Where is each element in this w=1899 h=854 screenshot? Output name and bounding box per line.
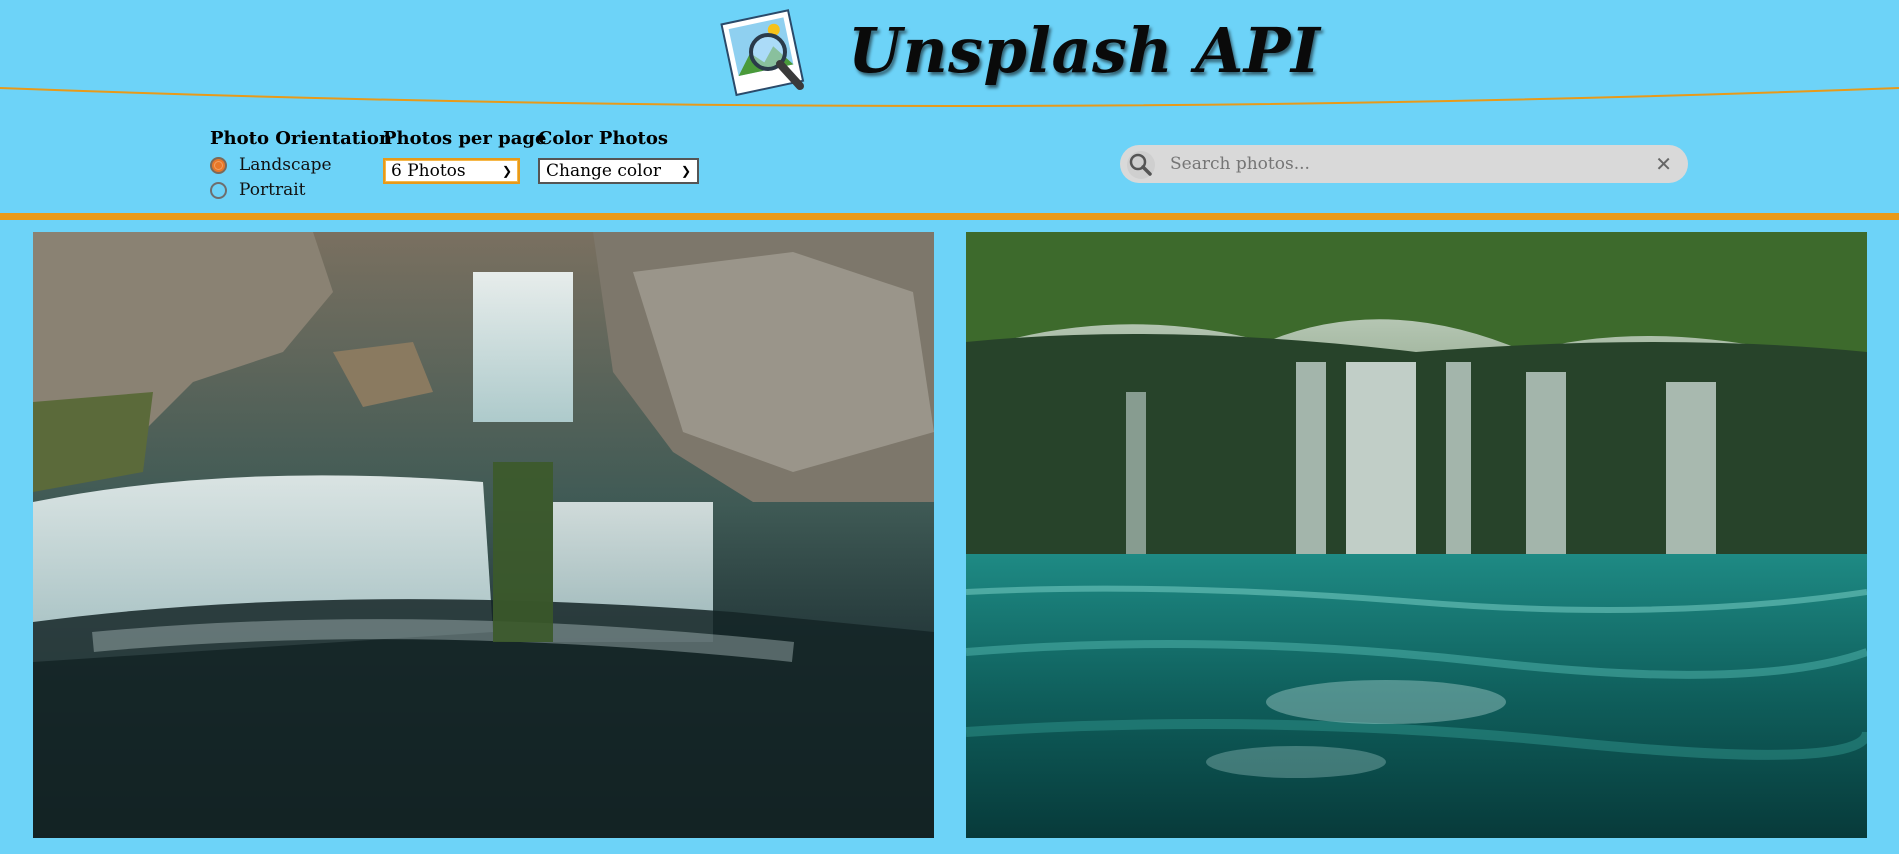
photos-per-page-label: Photos per page [383, 128, 547, 149]
photos-per-page-select[interactable]: 6 Photos ❯ [383, 158, 520, 184]
portrait-radio[interactable] [210, 181, 227, 199]
photo-image-2 [966, 232, 1867, 838]
orientation-option-portrait[interactable]: Portrait [210, 180, 305, 200]
orange-divider [0, 213, 1899, 220]
search-icon [1127, 151, 1155, 179]
photo-card-waterfall-lake[interactable] [966, 232, 1867, 838]
search-bar[interactable]: Search photos... ✕ [1120, 145, 1688, 183]
chevron-down-icon: ❯ [501, 164, 512, 178]
orientation-option-landscape[interactable]: Landscape [210, 155, 332, 175]
landscape-radio[interactable] [210, 156, 227, 174]
photo-image-1 [33, 232, 934, 838]
photos-per-page-value: 6 Photos [391, 161, 466, 181]
color-photos-select[interactable]: Change color ❯ [538, 158, 699, 184]
close-icon[interactable]: ✕ [1655, 152, 1672, 176]
landscape-label[interactable]: Landscape [239, 155, 332, 175]
photo-orientation-label: Photo Orientation [210, 128, 392, 149]
color-photos-value: Change color [546, 161, 661, 181]
color-photos-label: Color Photos [538, 128, 669, 149]
page-title: Unsplash API [848, 14, 1321, 87]
portrait-label[interactable]: Portrait [239, 180, 305, 200]
app-header: Unsplash API [0, 0, 1899, 120]
photo-search-logo-icon [720, 9, 805, 97]
photo-card-waterfall-rocks[interactable] [33, 232, 934, 838]
chevron-down-icon: ❯ [680, 164, 691, 178]
search-input[interactable]: Search photos... [1170, 154, 1310, 174]
